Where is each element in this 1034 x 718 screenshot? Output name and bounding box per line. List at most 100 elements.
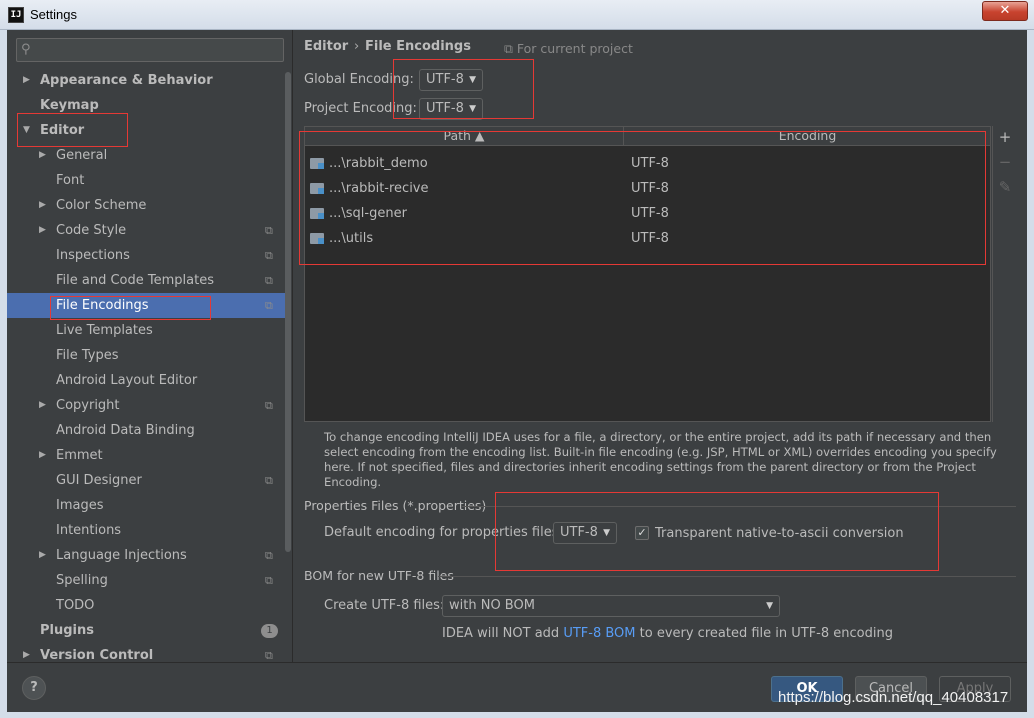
project-scope-icon: ⧉ (265, 574, 273, 587)
add-path-button[interactable]: + (997, 128, 1013, 146)
help-button[interactable]: ? (22, 676, 46, 700)
window-title: Settings (30, 7, 77, 22)
collapsed-arrow-icon[interactable]: ▶ (39, 393, 46, 418)
sidebar-item-label: Android Layout Editor (56, 373, 198, 388)
remove-path-button[interactable]: − (997, 153, 1013, 171)
plugins-update-badge: 1 (261, 624, 278, 638)
sidebar-item-label: Language Injections (56, 548, 187, 563)
table-row[interactable]: ...\rabbit-recive UTF-8 (305, 176, 990, 201)
module-folder-icon (310, 233, 324, 244)
path-column-header[interactable]: Path ▲ (305, 127, 624, 146)
sidebar-item-copyright[interactable]: ▶ Copyright ⧉ (7, 393, 291, 418)
window-frame-bottom (0, 712, 1034, 718)
close-button[interactable]: ✕ (982, 1, 1028, 21)
sidebar-item-file-encodings[interactable]: File Encodings ⧉ (7, 293, 291, 318)
section-divider (438, 576, 1016, 577)
collapsed-arrow-icon[interactable]: ▶ (23, 68, 30, 93)
expanded-arrow-icon[interactable]: ▼ (23, 118, 30, 143)
page-title: File Encodings (365, 39, 471, 54)
sidebar-item-inspections[interactable]: Inspections ⧉ (7, 243, 291, 268)
sidebar-item-plugins[interactable]: Plugins 1 (7, 618, 291, 643)
utf8-bom-link[interactable]: UTF-8 BOM (563, 626, 635, 641)
encoding-cell[interactable]: UTF-8 (631, 201, 669, 226)
table-header: Path ▲ Encoding (305, 127, 990, 146)
sidebar-item-android-layout-editor[interactable]: Android Layout Editor (7, 368, 291, 393)
table-row[interactable]: ...\sql-gener UTF-8 (305, 201, 990, 226)
sidebar-item-spelling[interactable]: Spelling ⧉ (7, 568, 291, 593)
project-scope-icon: ⧉ (265, 224, 273, 237)
sidebar-item-file-types[interactable]: File Types (7, 343, 291, 368)
sidebar-item-editor[interactable]: ▼ Editor (7, 118, 291, 143)
breadcrumb-editor[interactable]: Editor (304, 39, 348, 54)
project-scope-icon: ⧉ (265, 549, 273, 562)
collapsed-arrow-icon[interactable]: ▶ (39, 218, 46, 243)
table-toolbar: + − ✎ (992, 126, 1016, 422)
project-scope-icon: ⧉ (265, 299, 273, 312)
sidebar-scrollbar[interactable] (285, 72, 291, 552)
sidebar-item-general[interactable]: ▶ General (7, 143, 291, 168)
transparent-conversion-label[interactable]: Transparent native-to-ascii conversion (655, 526, 904, 541)
encoding-cell[interactable]: UTF-8 (631, 151, 669, 176)
encoding-cell[interactable]: UTF-8 (631, 226, 669, 251)
path-cell: ...\rabbit_demo (329, 156, 428, 171)
module-folder-icon (310, 183, 324, 194)
sidebar-item-appearance-behavior[interactable]: ▶ Appearance & Behavior (7, 68, 291, 93)
sidebar-item-label: File Types (56, 348, 119, 363)
sidebar-item-intentions[interactable]: Intentions (7, 518, 291, 543)
sidebar-item-todo[interactable]: TODO (7, 593, 291, 618)
properties-section-title: Properties Files (*.properties) (304, 498, 487, 513)
sidebar-item-label: GUI Designer (56, 473, 142, 488)
sidebar-item-keymap[interactable]: Keymap (7, 93, 291, 118)
sidebar-item-color-scheme[interactable]: ▶ Color Scheme (7, 193, 291, 218)
sidebar-item-label: File Encodings (56, 298, 149, 313)
encoding-help-text: To change encoding IntelliJ IDEA uses fo… (324, 430, 997, 489)
collapsed-arrow-icon[interactable]: ▶ (39, 143, 46, 168)
sidebar-item-live-templates[interactable]: Live Templates (7, 318, 291, 343)
window-frame-left (0, 30, 7, 718)
sidebar-item-label: Images (56, 498, 104, 513)
transparent-conversion-checkbox[interactable]: ✓ (635, 526, 649, 540)
sidebar-item-label: Font (56, 173, 85, 188)
path-encoding-table: Path ▲ Encoding ...\rabbit_demo UTF-8 ...\… (304, 126, 991, 422)
sidebar-item-android-data-binding[interactable]: Android Data Binding (7, 418, 291, 443)
global-encoding-label: Global Encoding: (304, 72, 414, 87)
bom-select[interactable]: with NO BOM ▼ (442, 595, 780, 617)
create-utf8-label: Create UTF-8 files: (324, 598, 445, 613)
sidebar-item-label: File and Code Templates (56, 273, 214, 288)
encoding-column-header[interactable]: Encoding (625, 127, 990, 146)
sidebar-item-label: General (56, 148, 108, 163)
project-encoding-select[interactable]: UTF-8 ▼ (419, 98, 483, 120)
settings-sidebar: ⚲ ▶ Appearance & Behavior Keymap ▼ Editor ▶ Ge… (7, 30, 293, 663)
watermark-text: https://blog.csdn.net/qq_40408317 (778, 689, 1009, 706)
path-cell: ...\sql-gener (329, 206, 407, 221)
intellij-logo-icon: IJ (8, 7, 24, 23)
sidebar-item-code-style[interactable]: ▶ Code Style ⧉ (7, 218, 291, 243)
sidebar-item-language-injections[interactable]: ▶ Language Injections ⧉ (7, 543, 291, 568)
collapsed-arrow-icon[interactable]: ▶ (39, 443, 46, 468)
sidebar-item-label: Plugins (40, 623, 94, 638)
sidebar-item-label: Copyright (56, 398, 120, 413)
sidebar-item-font[interactable]: Font (7, 168, 291, 193)
collapsed-arrow-icon[interactable]: ▶ (39, 193, 46, 218)
settings-search-input[interactable]: ⚲ (16, 38, 284, 62)
path-cell: ...\rabbit-recive (329, 181, 429, 196)
chevron-down-icon: ▼ (469, 104, 476, 114)
table-row[interactable]: ...\rabbit_demo UTF-8 (305, 151, 990, 176)
encoding-cell[interactable]: UTF-8 (631, 176, 669, 201)
sidebar-item-emmet[interactable]: ▶ Emmet (7, 443, 291, 468)
sidebar-item-label: Intentions (56, 523, 122, 538)
sidebar-item-label: Keymap (40, 98, 99, 113)
sidebar-item-file-and-code-templates[interactable]: File and Code Templates ⧉ (7, 268, 291, 293)
edit-path-button[interactable]: ✎ (997, 178, 1013, 196)
sidebar-item-label: Android Data Binding (56, 423, 195, 438)
collapsed-arrow-icon[interactable]: ▶ (39, 543, 46, 568)
properties-encoding-select[interactable]: UTF-8 ▼ (553, 522, 617, 544)
sidebar-item-gui-designer[interactable]: GUI Designer ⧉ (7, 468, 291, 493)
project-scope-icon: ⧉ (265, 474, 273, 487)
sidebar-item-label: Code Style (56, 223, 127, 238)
sidebar-item-images[interactable]: Images (7, 493, 291, 518)
sidebar-item-label: Emmet (56, 448, 103, 463)
chevron-down-icon: ▼ (469, 75, 476, 85)
table-row[interactable]: ...\utils UTF-8 (305, 226, 990, 251)
global-encoding-select[interactable]: UTF-8 ▼ (419, 69, 483, 91)
